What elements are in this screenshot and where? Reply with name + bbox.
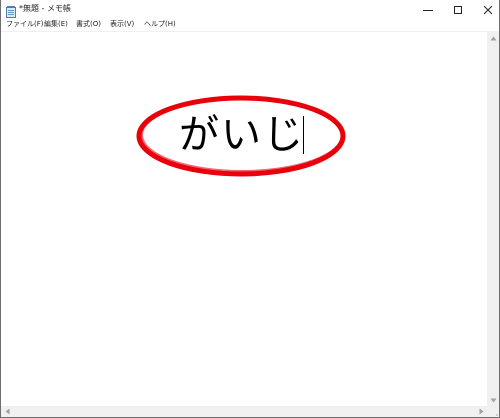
scroll-up-arrow-icon[interactable] — [487, 32, 499, 44]
minimize-icon — [423, 0, 433, 19]
text-editor-area[interactable]: がいじ — [1, 32, 487, 406]
minimize-button[interactable] — [413, 0, 443, 18]
notepad-icon — [6, 3, 16, 18]
notepad-window: *無題 - メモ帳 ファイル(F) 編集(E) 書式(O) 表示(V) ヘルプ(… — [0, 0, 500, 418]
menu-file[interactable]: ファイル(F) — [6, 19, 44, 30]
editor-text: がいじ — [179, 112, 305, 158]
text-caret — [303, 116, 304, 154]
resize-grip[interactable] — [487, 406, 499, 417]
maximize-button[interactable] — [443, 0, 473, 18]
close-button[interactable] — [473, 0, 499, 19]
maximize-icon — [453, 0, 463, 19]
scroll-right-arrow-icon[interactable] — [475, 406, 487, 417]
menu-bar: ファイル(F) 編集(E) 書式(O) 表示(V) ヘルプ(H) — [1, 18, 499, 32]
menu-format[interactable]: 書式(O) — [76, 19, 101, 30]
menu-edit[interactable]: 編集(E) — [44, 19, 68, 30]
scroll-left-arrow-icon[interactable] — [1, 406, 13, 417]
horizontal-scrollbar[interactable] — [1, 406, 487, 417]
close-icon — [483, 0, 493, 19]
menu-view[interactable]: 表示(V) — [110, 19, 134, 30]
vertical-scrollbar[interactable] — [487, 32, 499, 406]
title-bar[interactable]: *無題 - メモ帳 — [1, 0, 499, 18]
scroll-down-arrow-icon[interactable] — [487, 394, 499, 406]
window-title: *無題 - メモ帳 — [19, 4, 71, 13]
menu-help[interactable]: ヘルプ(H) — [144, 19, 176, 30]
